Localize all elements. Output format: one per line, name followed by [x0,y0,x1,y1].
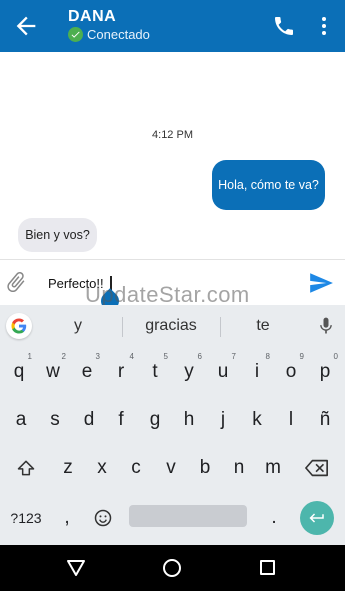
nav-recent-icon[interactable] [260,560,275,575]
enter-icon [309,513,324,523]
send-icon[interactable] [308,270,334,296]
chat-area[interactable]: 4:12 PM Hola, cómo te va? Bien y vos? [0,52,345,259]
key-n-tilde[interactable]: ñ [310,403,340,437]
key-h[interactable]: h [174,403,204,437]
key-r[interactable]: r4 [106,352,136,389]
keyboard: y gracias te q1 w2 e3 r4 t5 y6 u7 i8 o9 … [0,305,345,545]
key-g[interactable]: g [140,403,170,437]
check-circle-icon [68,27,83,42]
nav-home-icon[interactable] [163,559,181,577]
app-bar: DANA Conectado [0,0,345,52]
shift-icon [17,460,35,476]
key-n[interactable]: n [224,451,254,485]
contact-status: Conectado [68,27,150,42]
shift-key[interactable] [11,451,41,485]
key-y[interactable]: y6 [174,352,204,389]
key-i[interactable]: i8 [242,352,272,389]
key-a[interactable]: a [6,403,36,437]
symbols-key[interactable]: ?123 [8,501,44,535]
key-o[interactable]: o9 [276,352,306,389]
key-f[interactable]: f [106,403,136,437]
suggestion-bar: y gracias te [0,305,345,347]
key-s[interactable]: s [40,403,70,437]
backspace-icon [305,459,328,477]
key-u[interactable]: u7 [208,352,238,389]
microphone-icon[interactable] [316,315,336,337]
key-x[interactable]: x [87,451,117,485]
space-bar[interactable] [129,505,247,527]
key-v[interactable]: v [156,451,186,485]
back-arrow-icon[interactable] [12,12,40,40]
contact-name[interactable]: DANA [68,8,116,26]
key-m[interactable]: m [258,451,288,485]
incoming-message[interactable]: Bien y vos? [18,218,97,252]
key-z[interactable]: z [53,451,83,485]
key-e[interactable]: e3 [72,352,102,389]
google-g-icon[interactable] [6,313,32,339]
nav-back-icon[interactable] [66,559,86,577]
key-k[interactable]: k [242,403,272,437]
status-text: Conectado [87,27,150,42]
key-t[interactable]: t5 [140,352,170,389]
backspace-key[interactable] [302,451,332,485]
phone-icon[interactable] [272,14,296,38]
system-nav-bar [0,545,345,591]
key-l[interactable]: l [276,403,306,437]
enter-key[interactable] [300,501,334,535]
paperclip-icon[interactable] [4,270,28,294]
suggestion-divider [122,317,123,337]
key-q[interactable]: q1 [4,352,34,389]
key-b[interactable]: b [190,451,220,485]
message-timestamp: 4:12 PM [152,129,193,141]
period-key[interactable]: . [259,501,289,535]
emoji-key[interactable] [88,501,118,535]
more-vertical-icon[interactable] [312,14,336,38]
suggestion-3[interactable]: te [244,317,282,335]
suggestion-1[interactable]: y [60,317,96,335]
comma-key[interactable]: , [52,501,82,535]
suggestion-divider [220,317,221,337]
key-d[interactable]: d [74,403,104,437]
key-j[interactable]: j [208,403,238,437]
emoji-icon [94,509,112,527]
outgoing-message[interactable]: Hola, cómo te va? [212,160,325,210]
key-p[interactable]: p0 [310,352,340,389]
suggestion-2[interactable]: gracias [135,317,207,335]
key-w[interactable]: w2 [38,352,68,389]
key-c[interactable]: c [121,451,151,485]
